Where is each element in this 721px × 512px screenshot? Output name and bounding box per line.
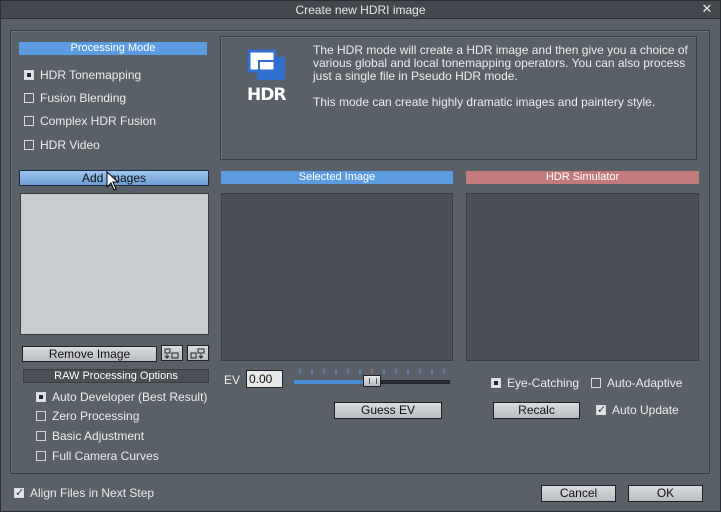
- checkbox-icon[interactable]: [36, 451, 46, 461]
- checkbox-icon[interactable]: [36, 431, 46, 441]
- ok-button[interactable]: OK: [628, 485, 703, 502]
- raw-option-label: Auto Developer (Best Result): [52, 390, 208, 404]
- sim-auto-adaptive[interactable]: Auto-Adaptive: [591, 376, 682, 390]
- hdri-dialog: Create new HDRI image ✕ Processing Mode …: [0, 0, 721, 512]
- sort-descending-button[interactable]: [187, 345, 209, 361]
- raw-option-label: Full Camera Curves: [52, 449, 159, 463]
- sort-ascending-button[interactable]: [161, 345, 183, 361]
- remove-image-button[interactable]: Remove Image: [22, 346, 157, 362]
- mode-hdr-video[interactable]: HDR Video: [24, 138, 100, 152]
- ev-slider-thumb[interactable]: [363, 375, 381, 387]
- mode-label: Fusion Blending: [40, 91, 127, 105]
- auto-update-checkbox[interactable]: Auto Update: [596, 403, 679, 417]
- ev-input[interactable]: 0.00: [246, 370, 283, 388]
- align-files-label: Align Files in Next Step: [30, 486, 155, 500]
- guess-ev-button[interactable]: Guess EV: [334, 402, 442, 419]
- checkbox-icon[interactable]: [24, 93, 34, 103]
- selected-image-preview: [221, 193, 453, 361]
- ev-label: EV: [224, 373, 241, 387]
- raw-auto-developer[interactable]: Auto Developer (Best Result): [36, 390, 207, 404]
- align-files-checkbox[interactable]: Align Files in Next Step: [14, 486, 154, 500]
- mode-description: The HDR mode will create a HDR image and…: [313, 44, 691, 122]
- raw-options-header: RAW Processing Options: [23, 369, 209, 383]
- checkbox-icon[interactable]: [24, 140, 34, 150]
- raw-option-label: Zero Processing: [52, 409, 140, 423]
- raw-full-camera-curves[interactable]: Full Camera Curves: [36, 449, 159, 463]
- raw-basic-adjustment[interactable]: Basic Adjustment: [36, 429, 144, 443]
- window-title: Create new HDRI image: [295, 3, 426, 17]
- hdr-logo-text: HDR: [247, 85, 286, 105]
- mode-complex-hdr-fusion[interactable]: Complex HDR Fusion: [24, 114, 156, 128]
- description-paragraph-1: The HDR mode will create a HDR image and…: [313, 43, 688, 83]
- checkbox-icon[interactable]: [591, 378, 601, 388]
- raw-option-label: Basic Adjustment: [52, 429, 145, 443]
- close-icon[interactable]: ✕: [700, 2, 714, 16]
- sim-eye-catching[interactable]: Eye-Catching: [491, 376, 579, 390]
- checkbox-icon[interactable]: [14, 486, 24, 499]
- processing-mode-header: Processing Mode: [19, 42, 207, 55]
- sim-option-label: Auto-Adaptive: [607, 376, 683, 390]
- mode-description-box: HDR The HDR mode will create a HDR image…: [220, 36, 697, 160]
- description-paragraph-2: This mode can create highly dramatic ima…: [313, 95, 656, 109]
- sort-ascending-icon: [164, 348, 179, 359]
- ev-slider-fill: [294, 380, 372, 384]
- radio-icon[interactable]: [24, 70, 34, 80]
- checkbox-icon[interactable]: [36, 411, 46, 421]
- mode-hdr-tonemapping[interactable]: HDR Tonemapping: [24, 68, 141, 82]
- image-list[interactable]: [20, 193, 209, 335]
- sim-option-label: Eye-Catching: [507, 376, 580, 390]
- auto-update-label: Auto Update: [612, 403, 679, 417]
- mouse-cursor-icon: [106, 171, 120, 191]
- recalc-button[interactable]: Recalc: [493, 402, 580, 419]
- radio-icon[interactable]: [491, 378, 501, 388]
- radio-icon[interactable]: [36, 392, 46, 402]
- hdr-simulator-header: HDR Simulator: [466, 171, 699, 184]
- cancel-button[interactable]: Cancel: [541, 485, 616, 502]
- mode-label: HDR Tonemapping: [40, 68, 142, 82]
- mode-fusion-blending[interactable]: Fusion Blending: [24, 91, 126, 105]
- checkbox-icon[interactable]: [596, 403, 606, 416]
- hdr-simulator-preview: [466, 193, 699, 361]
- sort-descending-icon: [190, 348, 205, 359]
- mode-label: Complex HDR Fusion: [40, 114, 157, 128]
- title-bar: Create new HDRI image ✕: [1, 1, 720, 19]
- selected-image-header: Selected Image: [221, 171, 453, 184]
- mode-label: HDR Video: [40, 138, 100, 152]
- raw-zero-processing[interactable]: Zero Processing: [36, 409, 139, 423]
- checkbox-icon[interactable]: [24, 116, 34, 126]
